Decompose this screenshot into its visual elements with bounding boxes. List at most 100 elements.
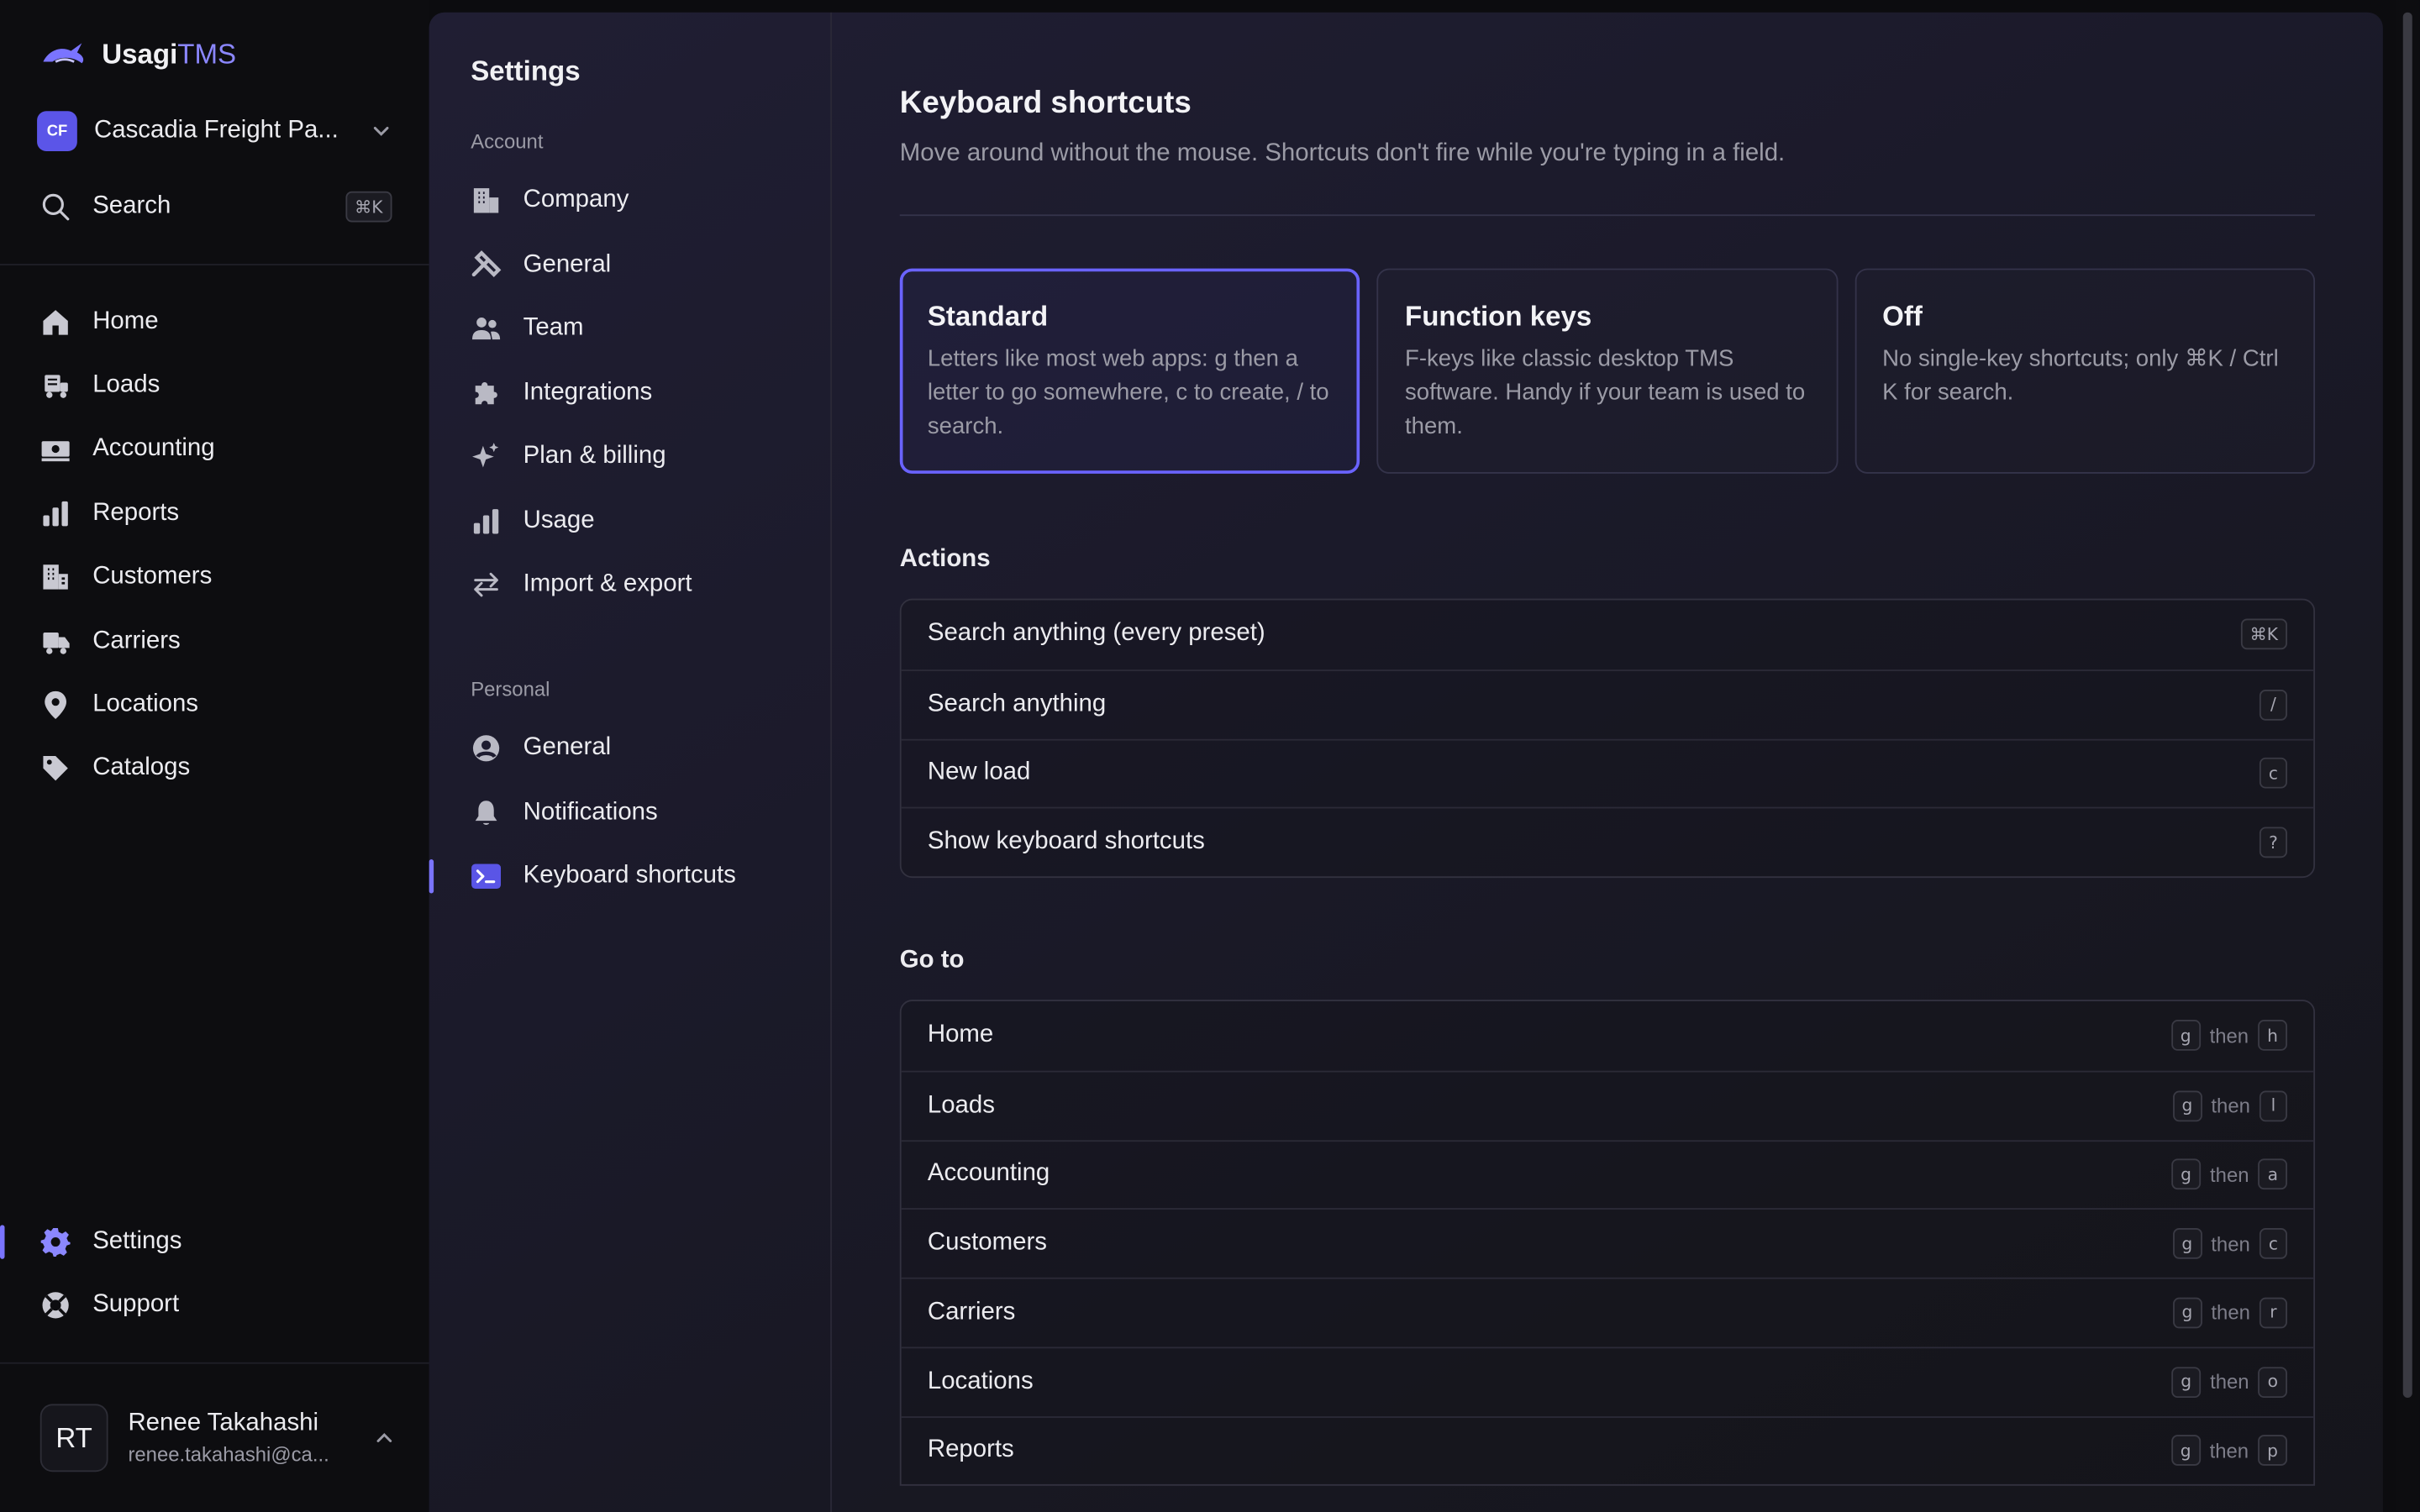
shortcut-row: Show keyboard shortcuts ?: [901, 807, 2314, 876]
shortcut-row: Locations g then o: [901, 1346, 2314, 1415]
shortcut-key: ⌘K: [2240, 619, 2287, 650]
sidebar-item-support[interactable]: Support: [0, 1273, 429, 1337]
settings-item-label: Notifications: [523, 798, 658, 825]
sidebar-item-loads[interactable]: Loads: [0, 354, 429, 417]
settings-item-company[interactable]: Company: [429, 170, 832, 231]
section-label-personal: Personal: [471, 677, 550, 701]
sidebar-item-label: Support: [92, 1291, 180, 1318]
sidebar-item-customers[interactable]: Customers: [0, 545, 429, 609]
tag-icon: [40, 753, 71, 785]
shortcut-row: Search anything (every preset) ⌘K: [902, 600, 2314, 669]
settings-item-general[interactable]: General: [429, 234, 832, 295]
settings-title: Settings: [471, 55, 581, 87]
settings-item-plan-billing[interactable]: Plan & billing: [429, 426, 832, 487]
building-icon: [471, 185, 502, 216]
sidebar-item-label: Reports: [92, 499, 180, 527]
preset-desc: F-keys like classic desktop TMS software…: [1404, 345, 1806, 440]
then-text: then: [2211, 1231, 2250, 1256]
sidebar-item-home[interactable]: Home: [0, 290, 429, 354]
user-menu[interactable]: RT Renee Takahashi renee.takahashi@ca...: [39, 1404, 395, 1473]
sidebar-item-carriers[interactable]: Carriers: [0, 609, 429, 673]
then-text: then: [2210, 1370, 2249, 1394]
user-info: Renee Takahashi renee.takahashi@ca...: [128, 1410, 353, 1466]
shortcut-key: /: [2259, 689, 2287, 721]
building-icon: [40, 562, 71, 593]
preset-off[interactable]: Off No single-key shortcuts; only ⌘K / C…: [1854, 268, 2316, 474]
user-email: renee.takahashi@ca...: [128, 1442, 329, 1466]
shortcut-row: Search anything /: [901, 669, 2314, 738]
settings-item-usage[interactable]: Usage: [429, 490, 832, 551]
search-shortcut-key: ⌘K: [345, 191, 392, 223]
settings-item-keyboard-shortcuts[interactable]: Keyboard shortcuts: [429, 846, 832, 907]
map-pin-icon: [40, 690, 71, 721]
shortcut-key: ?: [2259, 827, 2287, 858]
sidebar-item-locations[interactable]: Locations: [0, 673, 429, 737]
chevron-up-icon: [376, 1433, 392, 1442]
goto-list: Home g then h Loads g then l Accounting g the…: [899, 1000, 2316, 1487]
org-name: Cascadia Freight Pa...: [94, 117, 339, 144]
shortcut-key: p: [2258, 1435, 2287, 1467]
sidebar-item-settings[interactable]: Settings: [0, 1210, 429, 1273]
then-text: then: [2209, 1439, 2249, 1462]
chevron-down-icon: [373, 126, 389, 136]
active-indicator: [429, 859, 434, 894]
shortcut-label: Customers: [927, 1230, 1047, 1257]
search-label: Search: [92, 192, 171, 219]
settings-item-label: Plan & billing: [523, 443, 666, 470]
settings-item-label: Team: [523, 314, 584, 341]
settings-item-notifications[interactable]: Notifications: [429, 781, 832, 843]
preset-desc: Letters like most web apps: g then a let…: [927, 345, 1329, 440]
puzzle-icon: [471, 377, 502, 408]
wrench-icon: [471, 249, 502, 281]
shortcut-key: a: [2258, 1159, 2287, 1190]
sidebar-divider: [0, 1362, 429, 1364]
key-combo: g then l: [2172, 1089, 2287, 1121]
preset-name: Off: [1882, 301, 1923, 332]
scrollbar-thumb[interactable]: [2402, 12, 2412, 1399]
shortcut-label: Search anything: [927, 690, 1107, 717]
shortcut-row: Customers g then c: [901, 1208, 2314, 1278]
search-button[interactable]: Search ⌘K: [40, 188, 392, 225]
shortcut-row: Home g then h: [902, 1001, 2314, 1070]
shortcut-key: l: [2259, 1089, 2287, 1121]
key-combo: g then c: [2172, 1228, 2287, 1259]
arrows-icon: [471, 570, 502, 601]
shortcut-row: Accounting g then a: [901, 1139, 2314, 1208]
sidebar-item-catalogs[interactable]: Catalogs: [0, 737, 429, 801]
shortcut-key: g: [2171, 1366, 2202, 1398]
bell-icon: [471, 797, 502, 828]
truck-icon: [40, 626, 71, 657]
sidebar-item-label: Carriers: [92, 627, 181, 654]
bar-chart-icon: [471, 506, 502, 537]
shortcut-label: Reports: [927, 1436, 1014, 1463]
bar-chart-icon: [40, 498, 71, 529]
main-panel: Settings Account Company General Team In…: [429, 12, 2383, 1512]
sidebar-item-reports[interactable]: Reports: [0, 481, 429, 545]
home-icon: [40, 307, 71, 338]
key-combo: g then a: [2171, 1159, 2287, 1190]
bottom-nav: Settings Support: [0, 1210, 429, 1337]
sidebar-item-label: Customers: [92, 563, 213, 591]
sparkles-icon: [471, 441, 502, 472]
lifebuoy-icon: [40, 1290, 71, 1321]
settings-item-personal-general[interactable]: General: [429, 717, 832, 779]
sidebar-item-label: Locations: [92, 690, 199, 718]
brand[interactable]: UsagiTMS: [40, 37, 236, 71]
settings-item-label: General: [523, 734, 612, 761]
preset-function-keys[interactable]: Function keys F-keys like classic deskto…: [1376, 268, 1838, 474]
terminal-icon: [471, 861, 502, 892]
sidebar-item-accounting[interactable]: Accounting: [0, 417, 429, 481]
org-switcher[interactable]: CF Cascadia Freight Pa...: [37, 111, 392, 151]
divider: [899, 214, 2316, 217]
shortcut-label: Accounting: [927, 1160, 1050, 1188]
preset-standard[interactable]: Standard Letters like most web apps: g t…: [899, 268, 1360, 474]
preset-options: Standard Letters like most web apps: g t…: [899, 268, 2316, 474]
settings-item-integrations[interactable]: Integrations: [429, 362, 832, 423]
truck-icon: [40, 370, 71, 402]
settings-item-import-export[interactable]: Import & export: [429, 554, 832, 615]
settings-item-team[interactable]: Team: [429, 297, 832, 359]
settings-nav: Settings Account Company General Team In…: [429, 12, 832, 1512]
shortcut-row: Loads g then l: [901, 1070, 2314, 1139]
search-icon: [42, 193, 70, 221]
money-icon: [40, 434, 71, 465]
